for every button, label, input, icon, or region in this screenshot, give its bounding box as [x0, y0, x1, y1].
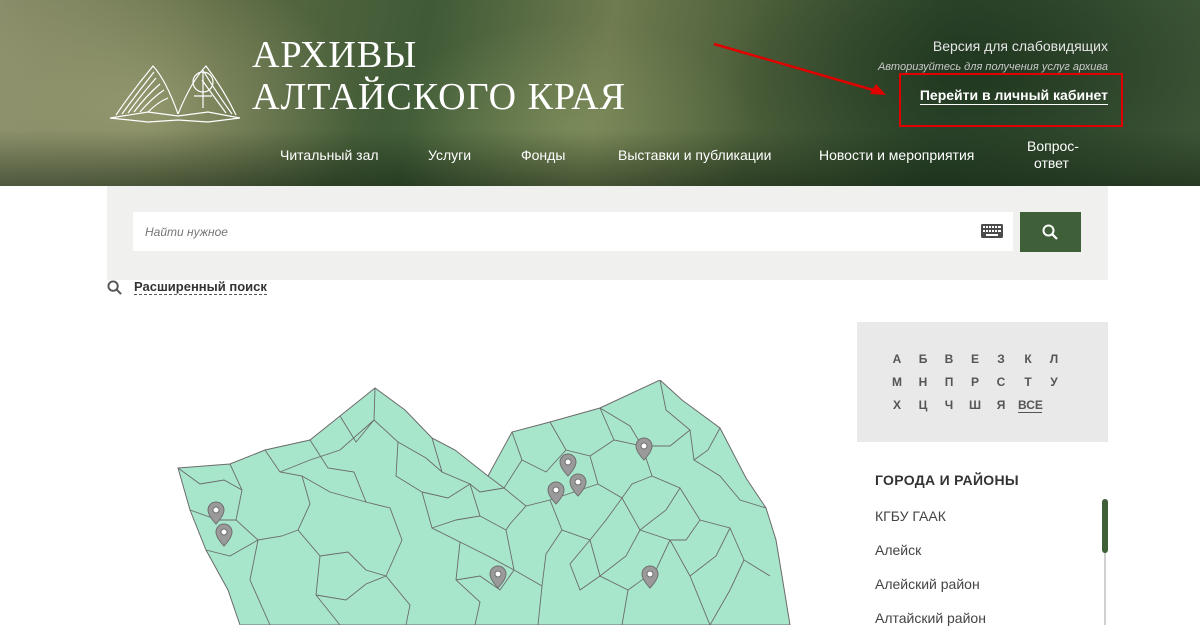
- letter-filter-all[interactable]: ВСЕ: [1018, 398, 1043, 413]
- personal-cabinet-link[interactable]: Перейти в личный кабинет: [919, 87, 1108, 105]
- search-input[interactable]: [133, 212, 1013, 251]
- site-title[interactable]: АРХИВЫ АЛТАЙСКОГО КРАЯ: [252, 34, 626, 118]
- letter-filter[interactable]: Я: [991, 398, 1011, 412]
- letter-filter[interactable]: Р: [965, 375, 985, 389]
- site-title-line1: АРХИВЫ: [252, 34, 418, 76]
- letter-filter[interactable]: К: [1018, 352, 1038, 366]
- search-panel: [107, 186, 1108, 280]
- nav-item-faq-line1[interactable]: Вопрос-: [1027, 138, 1079, 155]
- keyboard-icon[interactable]: [981, 224, 1003, 238]
- cities-scrollbar-thumb[interactable]: [1102, 499, 1108, 553]
- city-list-item[interactable]: Алтайский район: [875, 610, 986, 626]
- search-icon: [1042, 224, 1058, 240]
- letter-filter[interactable]: Н: [913, 375, 933, 389]
- letter-filter[interactable]: Т: [1018, 375, 1038, 389]
- letter-filter[interactable]: В: [939, 352, 959, 366]
- red-arrow-annotation: [713, 42, 886, 95]
- letter-filter[interactable]: Б: [913, 352, 933, 366]
- letter-filter[interactable]: М: [887, 375, 907, 389]
- account-panel: Версия для слабовидящих Авторизуйтесь дл…: [878, 37, 1108, 75]
- alphabet-filter: А Б В Е З К Л М Н П Р С Т У Х Ц Ч Ш Я ВС…: [857, 322, 1108, 442]
- advanced-search-link[interactable]: Расширенный поиск: [134, 279, 267, 295]
- letter-filter[interactable]: З: [991, 352, 1011, 366]
- nav-item-news[interactable]: Новости и мероприятия: [819, 147, 974, 164]
- nav-item-reading-room[interactable]: Читальный зал: [280, 147, 379, 164]
- letter-filter[interactable]: Л: [1044, 352, 1064, 366]
- site-title-line2: АЛТАЙСКОГО КРАЯ: [252, 76, 626, 118]
- letter-filter[interactable]: Ч: [939, 398, 959, 412]
- nav-item-services[interactable]: Услуги: [428, 147, 471, 164]
- city-list-item[interactable]: КГБУ ГААК: [875, 508, 946, 524]
- letter-filter[interactable]: Ш: [965, 398, 985, 412]
- letter-filter[interactable]: С: [991, 375, 1011, 389]
- archive-logo-icon[interactable]: [108, 60, 243, 126]
- region-map[interactable]: [170, 380, 800, 625]
- low-vision-link[interactable]: Версия для слабовидящих: [878, 37, 1108, 55]
- map-region-outline: [177, 380, 791, 625]
- search-button[interactable]: [1020, 212, 1081, 252]
- site-header: АРХИВЫ АЛТАЙСКОГО КРАЯ Версия для слабов…: [0, 0, 1200, 186]
- nav-item-funds[interactable]: Фонды: [521, 147, 565, 164]
- letter-filter[interactable]: Х: [887, 398, 907, 412]
- nav-item-exhibitions[interactable]: Выставки и публикации: [618, 147, 771, 164]
- magnifier-icon: [107, 280, 122, 295]
- letter-filter[interactable]: П: [939, 375, 959, 389]
- city-list-item[interactable]: Алейск: [875, 542, 921, 558]
- letter-filter[interactable]: Ц: [913, 398, 933, 412]
- letter-filter[interactable]: Е: [965, 352, 985, 366]
- city-list-item[interactable]: Алейский район: [875, 576, 980, 592]
- cities-section-title: ГОРОДА И РАЙОНЫ: [875, 472, 1019, 488]
- nav-item-faq-line2[interactable]: ответ: [1034, 155, 1069, 172]
- letter-filter[interactable]: А: [887, 352, 907, 366]
- letter-filter[interactable]: У: [1044, 375, 1064, 389]
